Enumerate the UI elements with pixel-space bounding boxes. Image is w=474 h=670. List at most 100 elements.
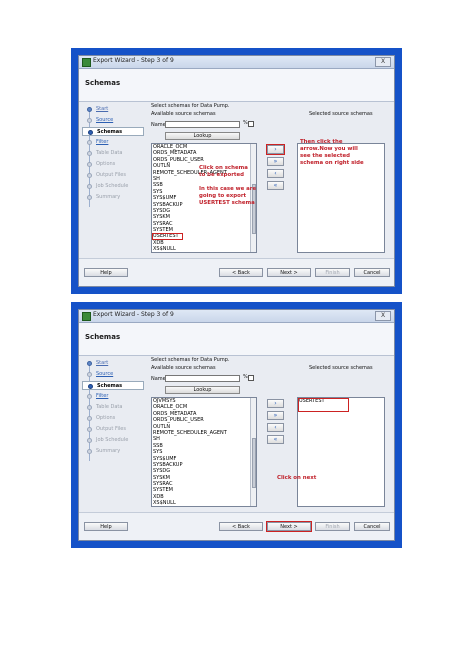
move-all-right-button[interactable]: »	[267, 157, 284, 166]
close-button[interactable]: X	[375, 57, 391, 67]
finish-button: Finish	[315, 268, 350, 277]
step-job-schedule: Job Schedule	[82, 436, 144, 445]
step-options: Options	[82, 414, 144, 423]
app-icon	[82, 312, 91, 321]
step-dot-icon	[87, 107, 92, 112]
step-filter[interactable]: Filter	[82, 392, 144, 401]
next-button[interactable]: Next >	[266, 521, 312, 532]
available-schemas-list[interactable]: OJVMSYS ORACLE_OCM ORDS_METADATA ORDS_PU…	[151, 397, 257, 507]
list-item-selected[interactable]: USERTEST	[152, 233, 183, 240]
cancel-button[interactable]: Cancel	[354, 522, 390, 531]
name-filter-input[interactable]	[165, 375, 240, 382]
selected-schemas-label: Selected source schemas	[309, 111, 373, 117]
name-label: Name	[151, 376, 166, 382]
step-output-files: Output Files	[82, 425, 144, 434]
step-dot-icon	[87, 427, 92, 432]
step-table-data: Table Data	[82, 403, 144, 412]
lookup-button[interactable]: Lookup	[165, 132, 240, 140]
screenshot-panel-2: Export Wizard - Step 3 of 9 X Schemas St…	[71, 302, 402, 548]
step-source[interactable]: Source	[82, 116, 144, 125]
move-left-button[interactable]: ‹	[267, 169, 284, 178]
annotation-click-arrow: Then click the arrow.Now you will see th…	[300, 139, 364, 166]
instruction-text: Select schemas for Data Pump.	[151, 103, 230, 109]
step-dot-icon	[87, 140, 92, 145]
move-all-right-button[interactable]: »	[267, 411, 284, 420]
available-schemas-label: Available source schemas	[151, 111, 216, 117]
step-dot-icon	[87, 162, 92, 167]
schemas-content: Select schemas for Data Pump. Available …	[151, 357, 391, 507]
step-summary: Summary	[82, 447, 144, 456]
cancel-button[interactable]: Cancel	[354, 268, 390, 277]
step-dot-icon	[88, 130, 93, 135]
instruction-text: Select schemas for Data Pump.	[151, 357, 230, 363]
move-right-button[interactable]: ›	[267, 399, 284, 408]
step-schemas[interactable]: Schemas	[82, 381, 144, 390]
title-bar: Export Wizard - Step 3 of 9 X	[79, 310, 394, 323]
help-button[interactable]: Help	[84, 522, 128, 531]
wizard-header: Schemas	[79, 69, 394, 102]
step-start[interactable]: Start	[82, 359, 144, 368]
finish-button: Finish	[315, 522, 350, 531]
list-scrollbar[interactable]	[250, 398, 256, 506]
annotation-usertest: In this case we are going to export USER…	[199, 186, 257, 206]
step-dot-icon	[87, 173, 92, 178]
app-icon	[82, 58, 91, 67]
move-right-button[interactable]: ›	[266, 144, 285, 155]
next-button[interactable]: Next >	[267, 268, 311, 277]
step-filter[interactable]: Filter	[82, 138, 144, 147]
wizard-footer: Help < Back Next > Finish Cancel	[79, 258, 394, 286]
step-summary: Summary	[82, 193, 144, 202]
step-dot-icon	[87, 151, 92, 156]
screenshot-panel-1: Export Wizard - Step 3 of 9 X Schemas St…	[71, 48, 402, 294]
title-bar: Export Wizard - Step 3 of 9 X	[79, 56, 394, 69]
annotation-click-next: Click on next	[277, 475, 317, 481]
name-label: Name	[151, 122, 166, 128]
schemas-content: Select schemas for Data Pump. Available …	[151, 103, 391, 253]
back-button[interactable]: < Back	[219, 268, 263, 277]
annotation-click-schema: Click on schema to be exported	[199, 165, 248, 178]
wizard-header: Schemas	[79, 323, 394, 356]
wildcard-checkbox[interactable]	[248, 121, 254, 127]
list-item[interactable]: XS$NULL	[152, 500, 256, 506]
move-all-left-button[interactable]: «	[267, 435, 284, 444]
step-dot-icon	[87, 394, 92, 399]
wildcard-checkbox[interactable]	[248, 375, 254, 381]
step-schemas[interactable]: Schemas	[82, 127, 144, 136]
move-all-left-button[interactable]: «	[267, 181, 284, 190]
step-dot-icon	[88, 384, 93, 389]
step-dot-icon	[87, 449, 92, 454]
close-button[interactable]: X	[375, 311, 391, 321]
step-options: Options	[82, 160, 144, 169]
step-output-files: Output Files	[82, 171, 144, 180]
step-dot-icon	[87, 438, 92, 443]
scroll-thumb[interactable]	[252, 438, 256, 488]
step-table-data: Table Data	[82, 149, 144, 158]
page-title: Schemas	[85, 79, 121, 87]
back-button[interactable]: < Back	[219, 522, 263, 531]
lookup-button[interactable]: Lookup	[165, 386, 240, 394]
selected-schemas-list[interactable]: USERTEST	[297, 397, 385, 507]
window-title: Export Wizard - Step 3 of 9	[93, 57, 174, 64]
list-item-selected[interactable]: USERTEST	[298, 398, 349, 412]
wizard-steps-nav: Start Source Schemas Filter Table Data O…	[82, 359, 144, 507]
name-filter-input[interactable]	[165, 121, 240, 128]
step-start[interactable]: Start	[82, 105, 144, 114]
export-wizard-window: Export Wizard - Step 3 of 9 X Schemas St…	[78, 55, 395, 287]
step-dot-icon	[87, 372, 92, 377]
step-dot-icon	[87, 416, 92, 421]
window-title: Export Wizard - Step 3 of 9	[93, 311, 174, 318]
selected-schemas-label: Selected source schemas	[309, 365, 373, 371]
wizard-steps-nav: Start Source Schemas Filter Table Data O…	[82, 105, 144, 253]
export-wizard-window: Export Wizard - Step 3 of 9 X Schemas St…	[78, 309, 395, 541]
help-button[interactable]: Help	[84, 268, 128, 277]
available-schemas-label: Available source schemas	[151, 365, 216, 371]
page-title: Schemas	[85, 333, 121, 341]
wizard-footer: Help < Back Next > Finish Cancel	[79, 512, 394, 540]
step-dot-icon	[87, 118, 92, 123]
move-left-button[interactable]: ‹	[267, 423, 284, 432]
step-dot-icon	[87, 184, 92, 189]
step-dot-icon	[87, 405, 92, 410]
step-dot-icon	[87, 195, 92, 200]
list-item[interactable]: XS$NULL	[152, 246, 256, 252]
step-source[interactable]: Source	[82, 370, 144, 379]
